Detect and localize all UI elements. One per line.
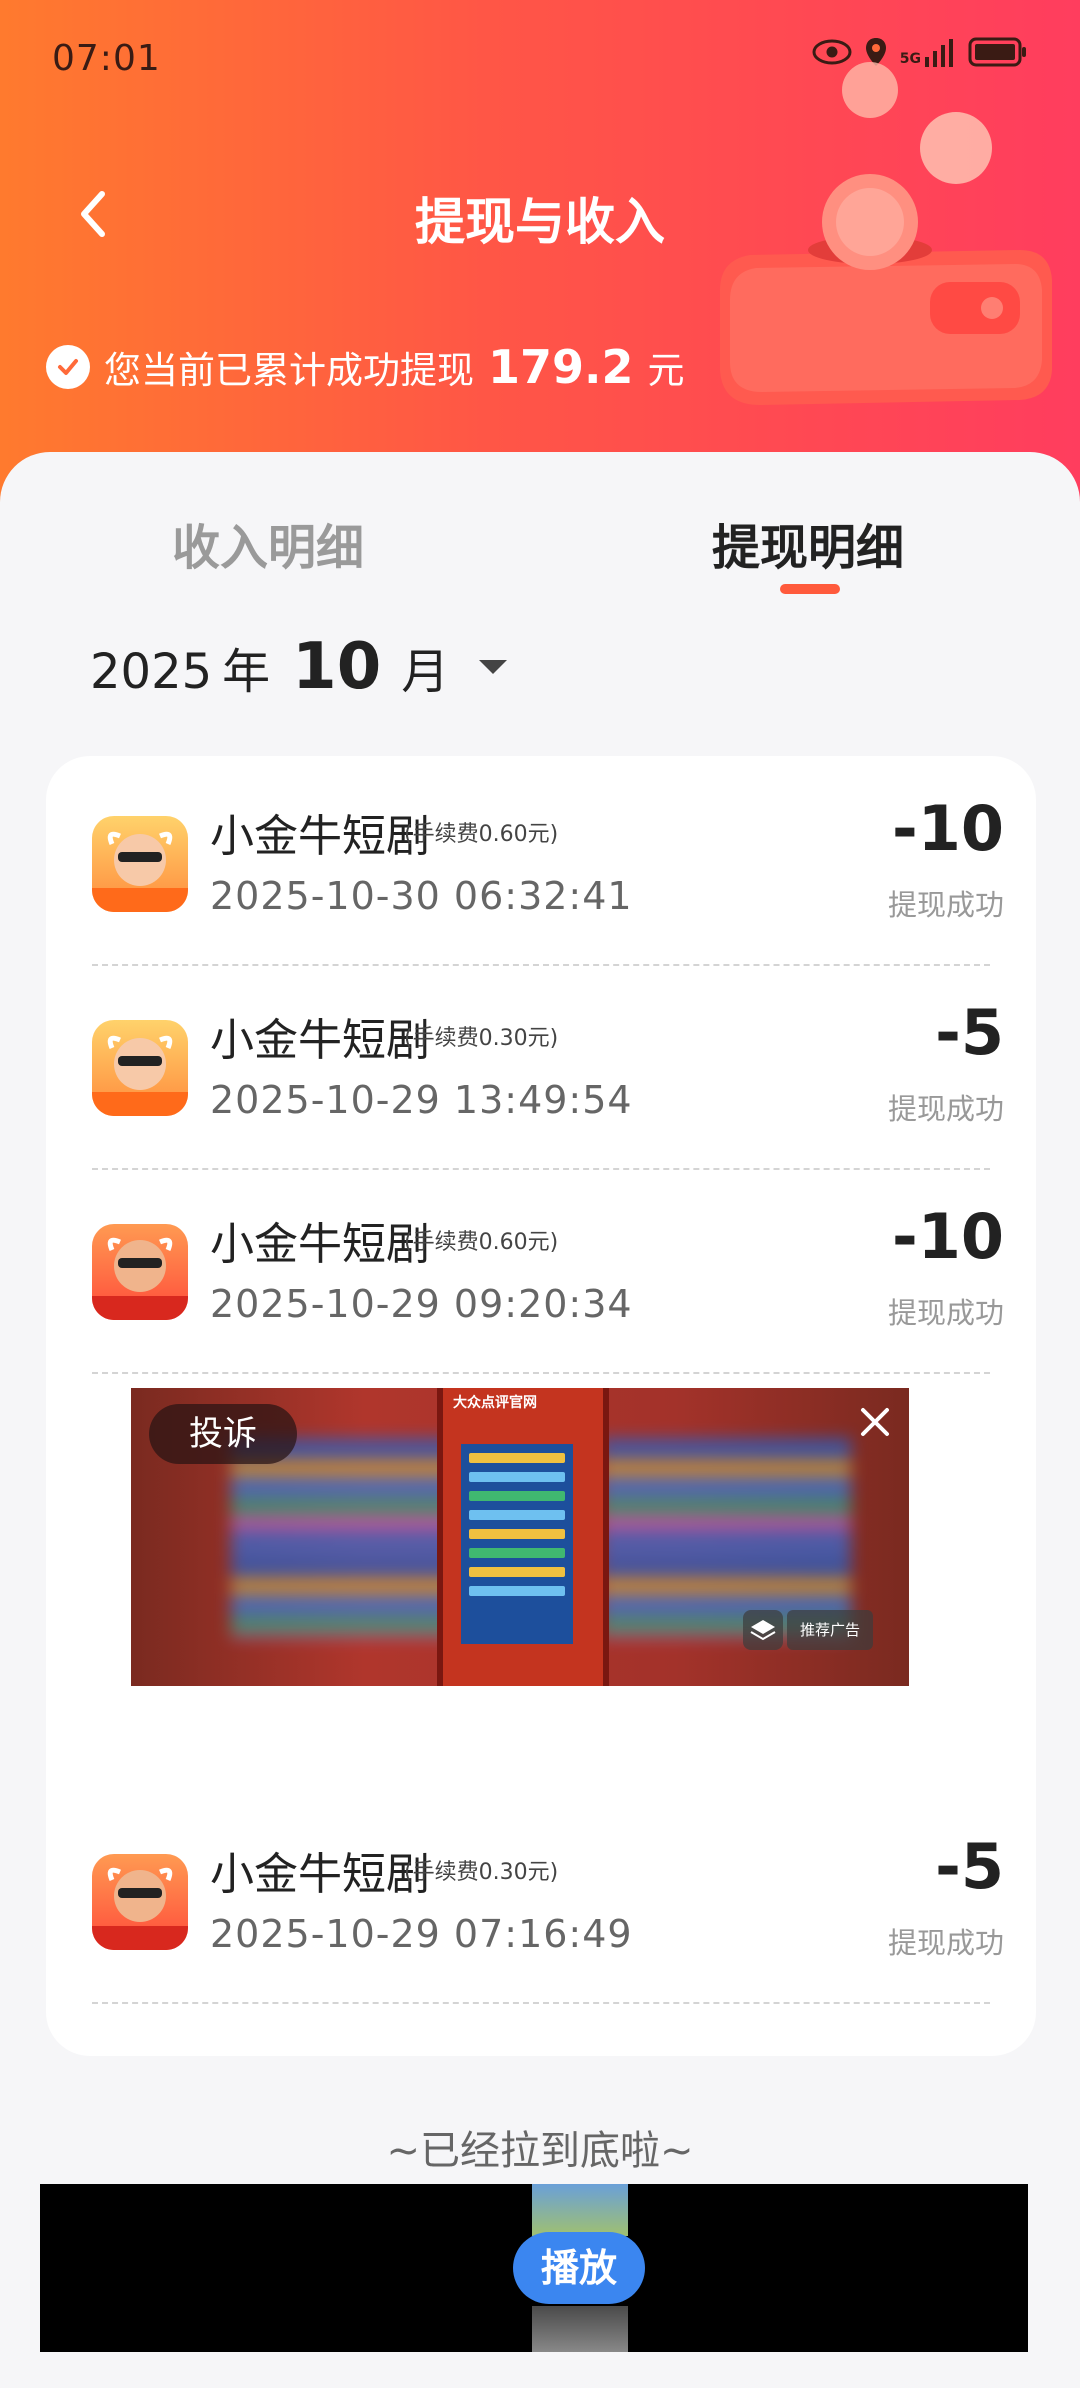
summary-prefix: 您当前已累计成功提现 <box>104 349 474 392</box>
record-name: 小金牛短剧 <box>210 1849 430 1900</box>
video-ad[interactable]: 播放 <box>40 2184 1028 2352</box>
ad-layers-icon <box>743 1610 783 1650</box>
check-icon <box>46 345 90 389</box>
month-picker-year: 2025 <box>90 644 213 700</box>
ad-complain-button[interactable]: 投诉 <box>149 1404 297 1464</box>
cow-app-icon-red <box>92 1854 188 1950</box>
cow-app-icon <box>92 1020 188 1116</box>
withdraw-record[interactable]: 小金牛短剧 (手续费0.30元) 2025-10-29 07:16:49 -5 … <box>46 1808 1036 2012</box>
record-name: 小金牛短剧 <box>210 1219 430 1270</box>
record-name: 小金牛短剧 <box>210 1015 430 1066</box>
record-divider <box>92 1372 990 1374</box>
ad-phone-title: 大众点评官网 <box>453 1395 537 1411</box>
month-picker[interactable]: 2025 年 10 月 <box>90 630 508 704</box>
page-title: 提现与收入 <box>415 193 665 251</box>
play-button[interactable]: 播放 <box>513 2232 645 2304</box>
record-fee: (手续费0.30元) <box>404 1860 559 1885</box>
withdraw-record[interactable]: 小金牛短剧 (手续费0.60元) 2025-10-30 06:32:41 -10… <box>46 770 1036 974</box>
record-date: 2025-10-30 06:32:41 <box>210 874 633 918</box>
tab-withdraw-detail[interactable]: 提现明细 <box>712 508 904 578</box>
ad-phone-image: 大众点评官网 <box>437 1388 609 1686</box>
ad-banner[interactable]: 大众点评官网 投诉 推荐广告 <box>131 1388 909 1686</box>
status-time: 07:01 <box>52 38 161 79</box>
tab-income-detail[interactable]: 收入明细 <box>172 508 364 578</box>
cow-app-icon-red <box>92 1224 188 1320</box>
withdraw-record[interactable]: 小金牛短剧 (手续费0.30元) 2025-10-29 13:49:54 -5 … <box>46 974 1036 1178</box>
record-divider <box>92 1168 990 1170</box>
record-amount: -5 <box>935 996 1004 1069</box>
record-amount: -10 <box>891 1200 1004 1273</box>
record-divider <box>92 2002 990 2004</box>
record-date: 2025-10-29 09:20:34 <box>210 1282 633 1326</box>
withdraw-summary: 您当前已累计成功提现 179.2 元 <box>46 340 685 394</box>
record-status: 提现成功 <box>887 1092 1004 1126</box>
caret-down-icon <box>479 660 508 674</box>
record-status: 提现成功 <box>887 1296 1004 1330</box>
close-icon[interactable] <box>855 1402 895 1442</box>
video-thumbnail-bottom <box>532 2306 628 2352</box>
cow-app-icon <box>92 816 188 912</box>
ad-phone-screen <box>461 1444 573 1644</box>
record-status: 提现成功 <box>887 888 1004 922</box>
record-name: 小金牛短剧 <box>210 811 430 862</box>
record-amount: -5 <box>935 1830 1004 1903</box>
video-thumbnail-top <box>532 2184 628 2236</box>
month-picker-year-unit: 年 <box>222 644 271 700</box>
record-divider <box>92 964 990 966</box>
record-date: 2025-10-29 07:16:49 <box>210 1912 633 1956</box>
end-of-list-note: ~已经拉到底啦~ <box>386 2128 694 2174</box>
summary-unit: 元 <box>647 349 685 392</box>
month-picker-month: 10 <box>292 630 382 704</box>
summary-amount: 179.2 <box>488 340 634 394</box>
withdraw-record[interactable]: 小金牛短剧 (手续费0.60元) 2025-10-29 09:20:34 -10… <box>46 1178 1036 1382</box>
record-date: 2025-10-29 13:49:54 <box>210 1078 633 1122</box>
ad-sponsored-tag: 推荐广告 <box>787 1610 873 1650</box>
record-fee: (手续费0.30元) <box>404 1026 559 1051</box>
active-tab-indicator <box>780 584 840 594</box>
record-amount: -10 <box>891 792 1004 865</box>
record-fee: (手续费0.60元) <box>404 1230 559 1255</box>
record-status: 提现成功 <box>887 1926 1004 1960</box>
record-fee: (手续费0.60元) <box>404 822 559 847</box>
ad-blurred-background-right <box>601 1438 851 1638</box>
month-picker-month-unit: 月 <box>401 644 450 700</box>
